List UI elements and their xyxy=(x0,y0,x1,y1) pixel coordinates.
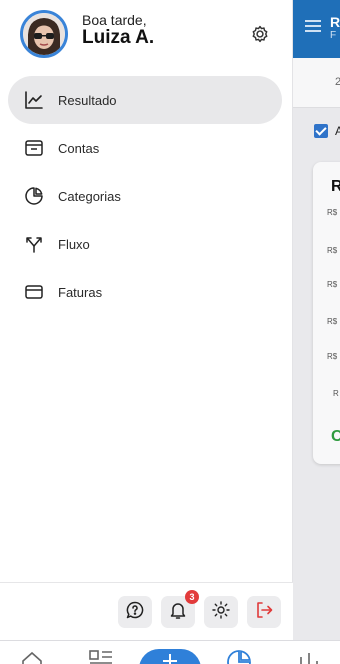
result-row-value: R$ xyxy=(327,280,338,289)
bell-icon xyxy=(168,600,188,625)
sun-icon xyxy=(211,600,231,625)
header-title: R xyxy=(330,14,340,30)
bottom-tab-bar xyxy=(0,640,340,664)
result-row-value: R xyxy=(333,389,339,398)
result-card: R R$ R$ R$ R$ R$ R C xyxy=(313,162,340,464)
split-arrows-icon xyxy=(24,234,44,254)
menu-item-label: Faturas xyxy=(58,284,103,300)
dashboard-icon[interactable] xyxy=(88,649,114,664)
bar-chart-icon[interactable] xyxy=(297,649,321,664)
menu-item-contas[interactable]: Contas xyxy=(8,124,282,172)
line-chart-icon xyxy=(24,90,44,110)
filter-checkbox[interactable] xyxy=(314,124,328,138)
menu-item-label: Resultado xyxy=(58,92,117,108)
help-chat-icon xyxy=(125,600,145,625)
menu-item-label: Categorias xyxy=(58,188,121,204)
menu-item-resultado[interactable]: Resultado xyxy=(8,76,282,124)
period-tabs: 2 xyxy=(293,58,340,108)
greeting-text: Boa tarde, xyxy=(82,12,147,28)
profile-header: Boa tarde, Luiza A. xyxy=(20,10,280,58)
menu-item-fluxo[interactable]: Fluxo xyxy=(8,220,282,268)
result-card-title: R xyxy=(331,178,340,195)
notification-badge: 3 xyxy=(185,590,199,604)
header-subtitle: F xyxy=(330,30,337,41)
app-header: R F xyxy=(293,0,340,58)
drawer-footer: 3 xyxy=(0,582,293,640)
wallet-icon xyxy=(24,138,44,158)
notifications-button[interactable]: 3 xyxy=(161,590,199,628)
avatar-image xyxy=(23,13,65,55)
result-row-value: R$ xyxy=(327,246,338,255)
help-chat-button[interactable] xyxy=(118,596,152,628)
navigation-drawer: Boa tarde, Luiza A. Resultado Contas Cat… xyxy=(0,0,293,640)
result-row-value: R$ xyxy=(327,352,338,361)
gear-icon[interactable] xyxy=(249,23,271,45)
credit-card-icon xyxy=(24,282,44,302)
user-name: Luiza A. xyxy=(82,27,155,48)
pie-chart-tab-icon[interactable] xyxy=(226,649,252,664)
result-row-value: R$ xyxy=(327,208,338,217)
menu-item-label: Fluxo xyxy=(58,236,90,252)
theme-toggle-button[interactable] xyxy=(204,596,238,628)
pie-chart-icon xyxy=(24,186,44,206)
hamburger-menu-icon[interactable] xyxy=(305,20,321,32)
menu-item-label: Contas xyxy=(58,140,100,156)
filter-checkbox-label: A xyxy=(335,124,340,138)
result-total-value: C xyxy=(331,428,340,445)
home-icon[interactable] xyxy=(20,649,44,664)
add-transaction-button[interactable] xyxy=(139,649,201,664)
result-row-value: R$ xyxy=(327,317,338,326)
drawer-menu: Resultado Contas Categorias Fluxo Fatura… xyxy=(8,76,282,316)
avatar[interactable] xyxy=(20,10,68,58)
logout-icon xyxy=(254,600,274,625)
menu-item-faturas[interactable]: Faturas xyxy=(8,268,282,316)
menu-item-categorias[interactable]: Categorias xyxy=(8,172,282,220)
logout-button[interactable] xyxy=(247,596,281,628)
period-tab-label[interactable]: 2 xyxy=(335,76,340,88)
